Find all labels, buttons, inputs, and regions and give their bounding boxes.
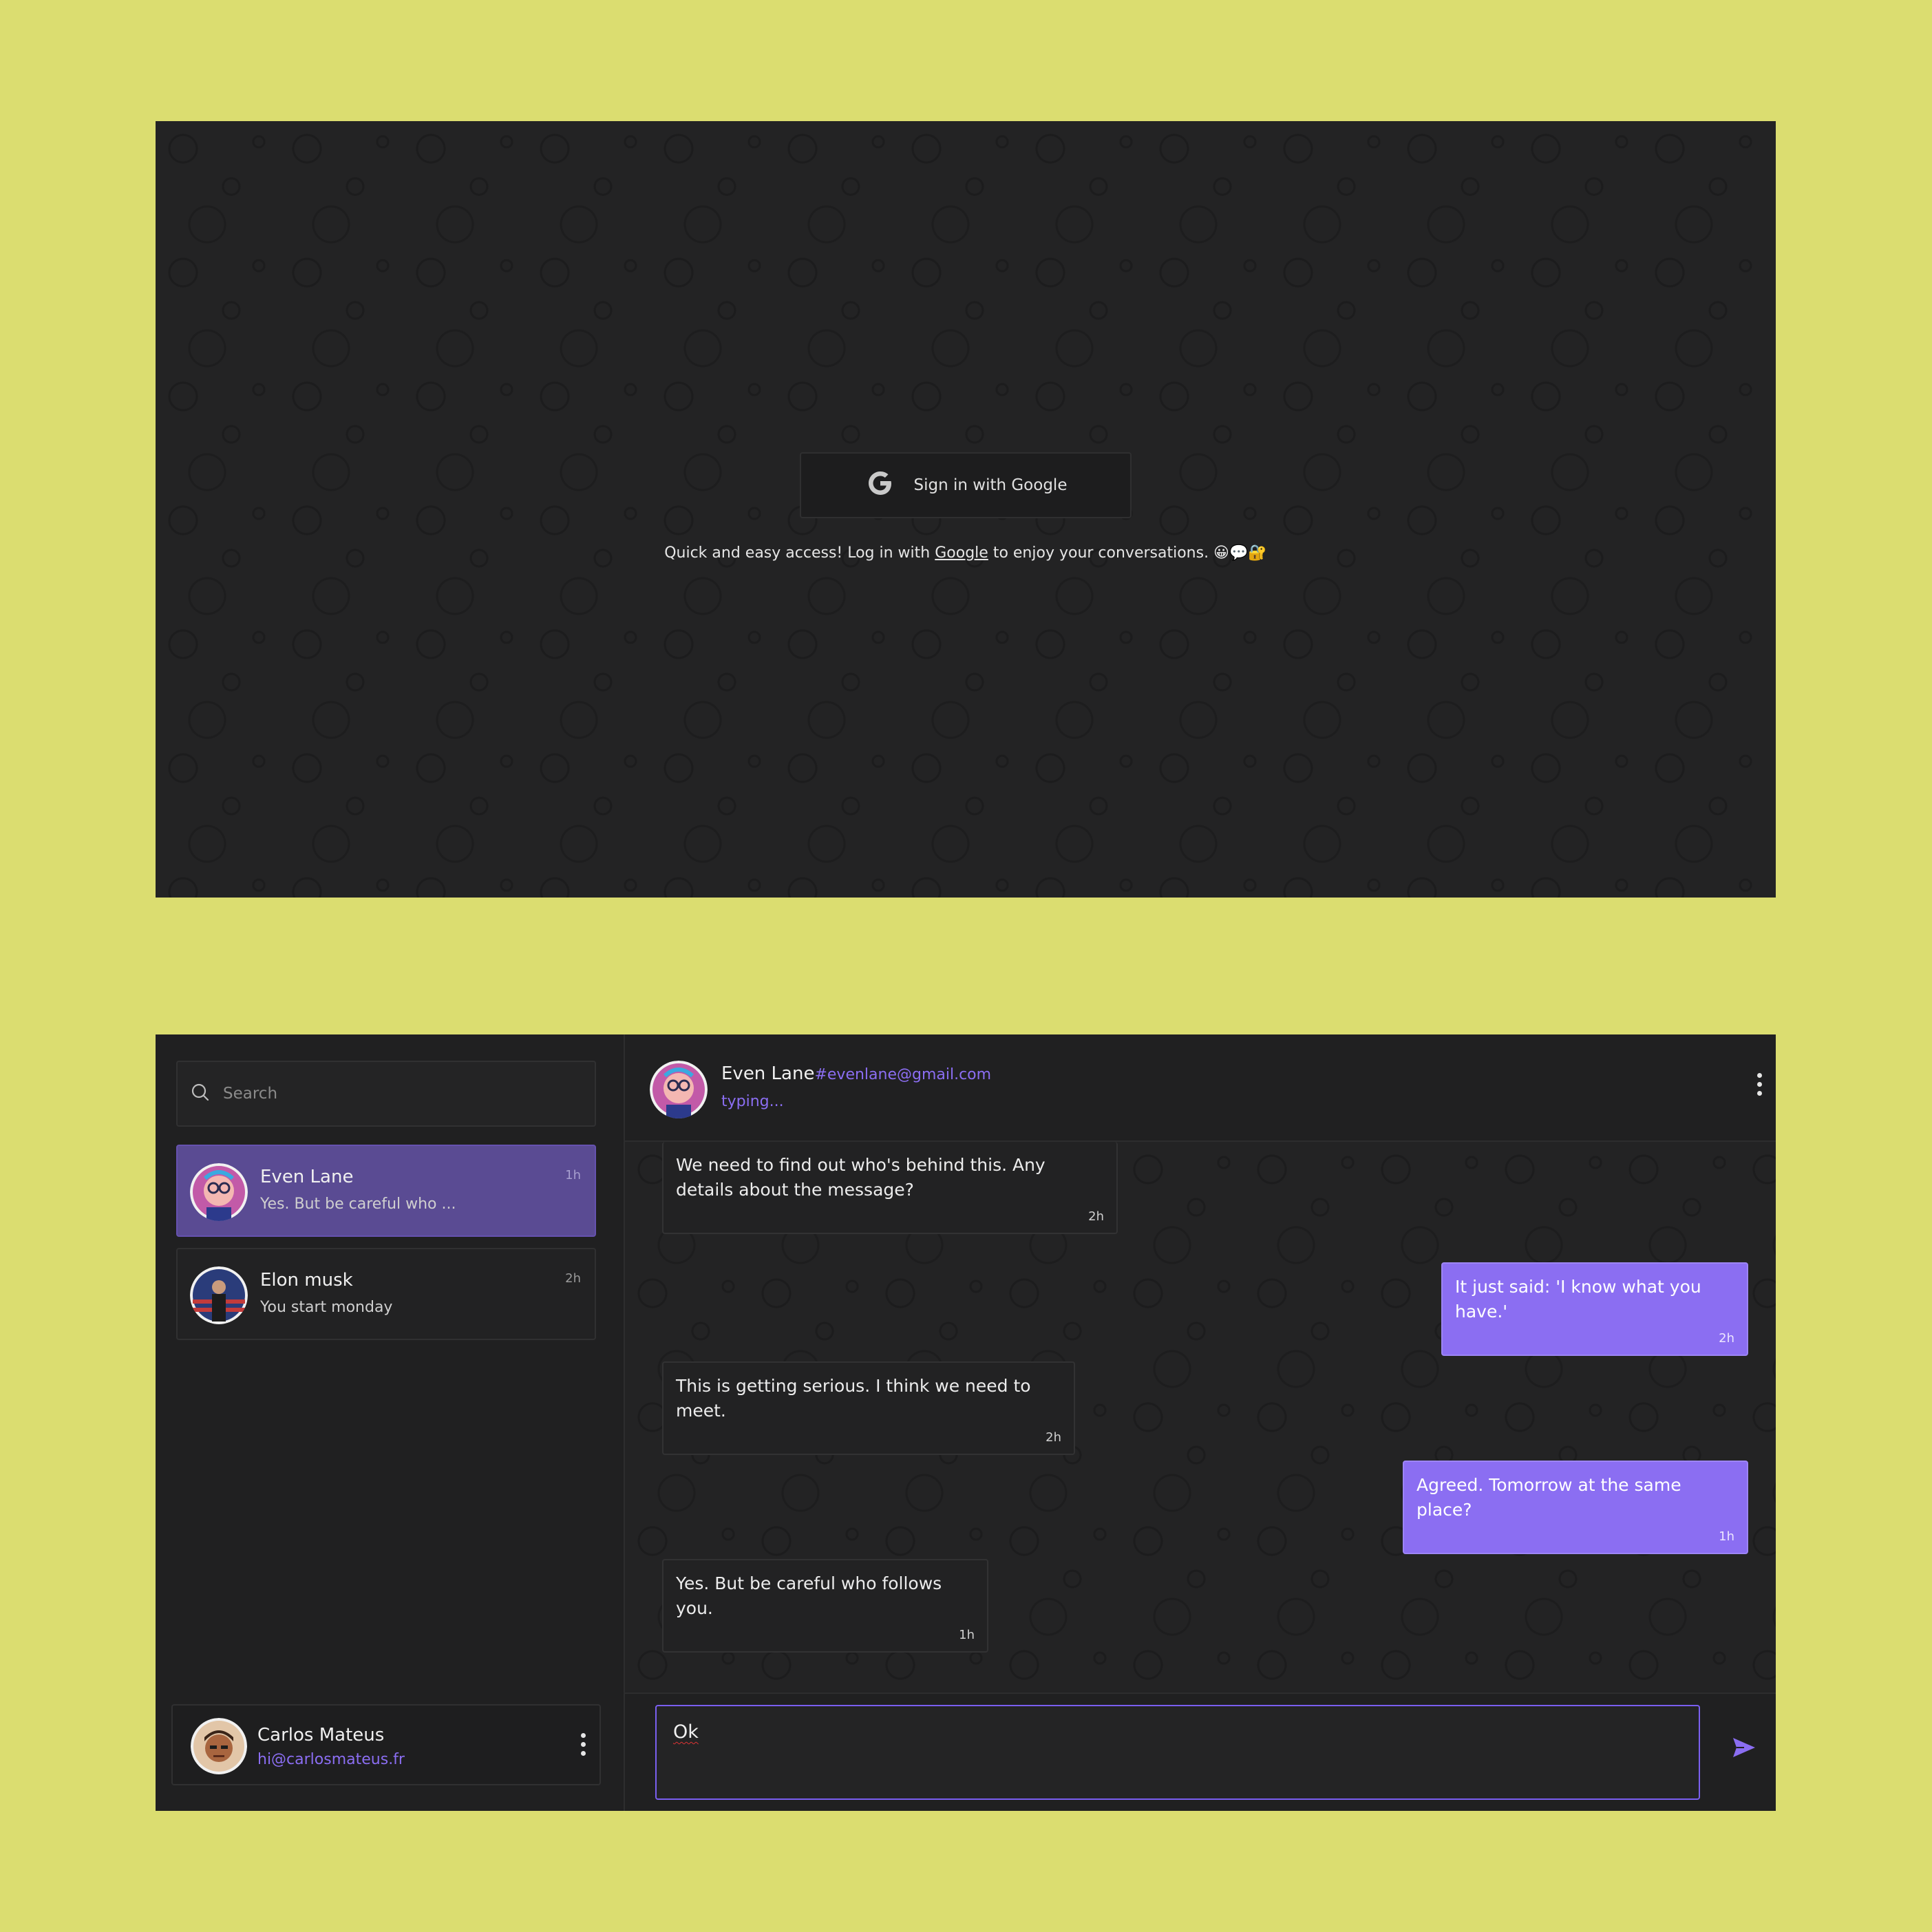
google-link[interactable]: Google [935,544,988,562]
message-composer: Ok [625,1692,1776,1811]
message-bubble-outgoing: It just said: 'I know what you have.' 2h [1441,1262,1748,1356]
message-bubble-incoming: This is getting serious. I think we need… [662,1361,1075,1455]
message-text: Yes. But be careful who follows you. [676,1573,942,1618]
contact-time: 1h [565,1168,581,1182]
contact-name: Even Lane [260,1167,354,1187]
contact-time: 2h [565,1271,581,1286]
avatar [190,1163,248,1221]
chat-header: Even Lane#evenlane@gmail.com typing... [625,1034,1776,1142]
contact-item-even-lane[interactable]: Even Lane Yes. But be careful who ... 1h [176,1145,596,1237]
message-input-value: Ok [673,1721,699,1743]
current-user-email: hi@carlosmateus.fr [257,1751,405,1768]
message-time: 2h [1088,1209,1104,1224]
search-icon [190,1082,211,1105]
avatar [190,1266,248,1324]
contact-last-message: Yes. But be careful who ... [260,1196,456,1213]
message-text: We need to find out who's behind this. A… [676,1155,1045,1200]
message-time: 2h [1719,1331,1734,1346]
search-box[interactable]: Search [176,1061,596,1127]
message-bubble-incoming: We need to find out who's behind this. A… [662,1142,1118,1234]
chat-screen: Search Even Lane Yes. But be careful who… [156,1034,1776,1811]
message-time: 1h [959,1628,975,1642]
message-input[interactable]: Ok [655,1705,1700,1800]
kebab-menu-icon[interactable] [581,1733,586,1756]
tagline-text-before: Quick and easy access! Log in with [664,544,935,562]
chat-contact-name-line: Even Lane#evenlane@gmail.com [721,1063,991,1084]
google-icon [864,467,896,503]
google-sign-in-button[interactable]: Sign in with Google [800,452,1132,518]
current-user-card: Carlos Mateus hi@carlosmateus.fr [171,1704,601,1785]
message-bubble-outgoing: Agreed. Tomorrow at the same place? 1h [1403,1461,1748,1554]
chat-contact-name: Even Lane [721,1063,815,1084]
message-list: We need to find out who's behind this. A… [625,1142,1776,1692]
login-screen: Sign in with Google Quick and easy acces… [156,121,1776,898]
contact-item-elon-musk[interactable]: Elon musk You start monday 2h [176,1248,596,1340]
tagline-text-after: to enjoy your conversations. 😀💬🔐 [988,544,1267,562]
send-icon[interactable] [1730,1734,1758,1764]
chat-contact-email: #evenlane@gmail.com [814,1066,992,1083]
contact-last-message: You start monday [260,1299,393,1316]
current-user-name: Carlos Mateus [257,1725,385,1745]
message-text: This is getting serious. I think we need… [676,1376,1031,1421]
message-text: It just said: 'I know what you have.' [1455,1277,1701,1321]
sidebar: Search Even Lane Yes. But be careful who… [156,1034,625,1811]
message-time: 2h [1045,1430,1061,1445]
avatar [650,1061,708,1118]
kebab-menu-icon[interactable] [1757,1073,1762,1096]
google-sign-in-label: Sign in with Google [913,476,1068,494]
contact-name: Elon musk [260,1270,353,1291]
message-text: Agreed. Tomorrow at the same place? [1416,1475,1681,1520]
message-bubble-incoming: Yes. But be careful who follows you. 1h [662,1559,988,1653]
login-tagline: Quick and easy access! Log in with Googl… [156,544,1776,562]
message-time: 1h [1719,1529,1734,1544]
typing-status: typing... [721,1093,784,1110]
search-input[interactable]: Search [223,1085,277,1103]
avatar [191,1718,247,1774]
